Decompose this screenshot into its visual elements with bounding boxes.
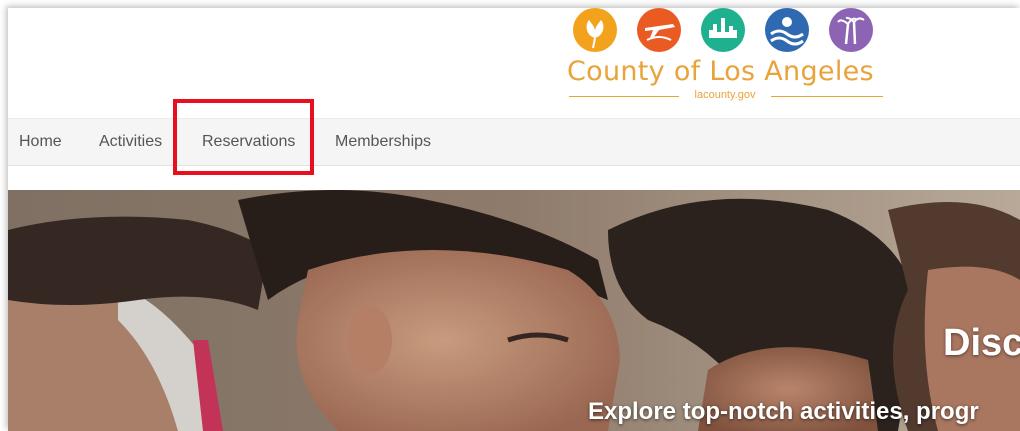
logo-subtitle: lacounty.gov (694, 89, 756, 101)
nav-item-reservations[interactable]: Reservations (202, 119, 295, 165)
hero-banner: Disc Explore top-notch activities, progr (8, 190, 1020, 431)
site-header: County of Los Angeles lacounty.gov (8, 8, 1020, 116)
hero-subheading: Explore top-notch activities, progr (588, 398, 979, 425)
city-skyline-icon (701, 8, 745, 52)
ocean-wave-icon (765, 8, 809, 52)
logo-title: County of Los Angeles (567, 56, 874, 87)
palm-trees-icon (829, 8, 873, 52)
main-nav: Home Activities Reservations Memberships (8, 118, 1020, 166)
nav-item-activities[interactable]: Activities (99, 119, 162, 165)
hero-heading: Disc (943, 322, 1020, 364)
logo-divider-right (771, 96, 883, 97)
airplane-icon (637, 8, 681, 52)
nav-item-memberships[interactable]: Memberships (335, 119, 431, 165)
poppy-icon (573, 8, 617, 52)
county-logo[interactable]: County of Los Angeles lacounty.gov (563, 8, 883, 108)
browser-viewport: County of Los Angeles lacounty.gov Home … (8, 8, 1020, 431)
nav-item-home[interactable]: Home (19, 119, 62, 165)
logo-divider-left (569, 96, 679, 97)
hero-photo (8, 190, 1020, 431)
logo-icons (567, 8, 887, 54)
